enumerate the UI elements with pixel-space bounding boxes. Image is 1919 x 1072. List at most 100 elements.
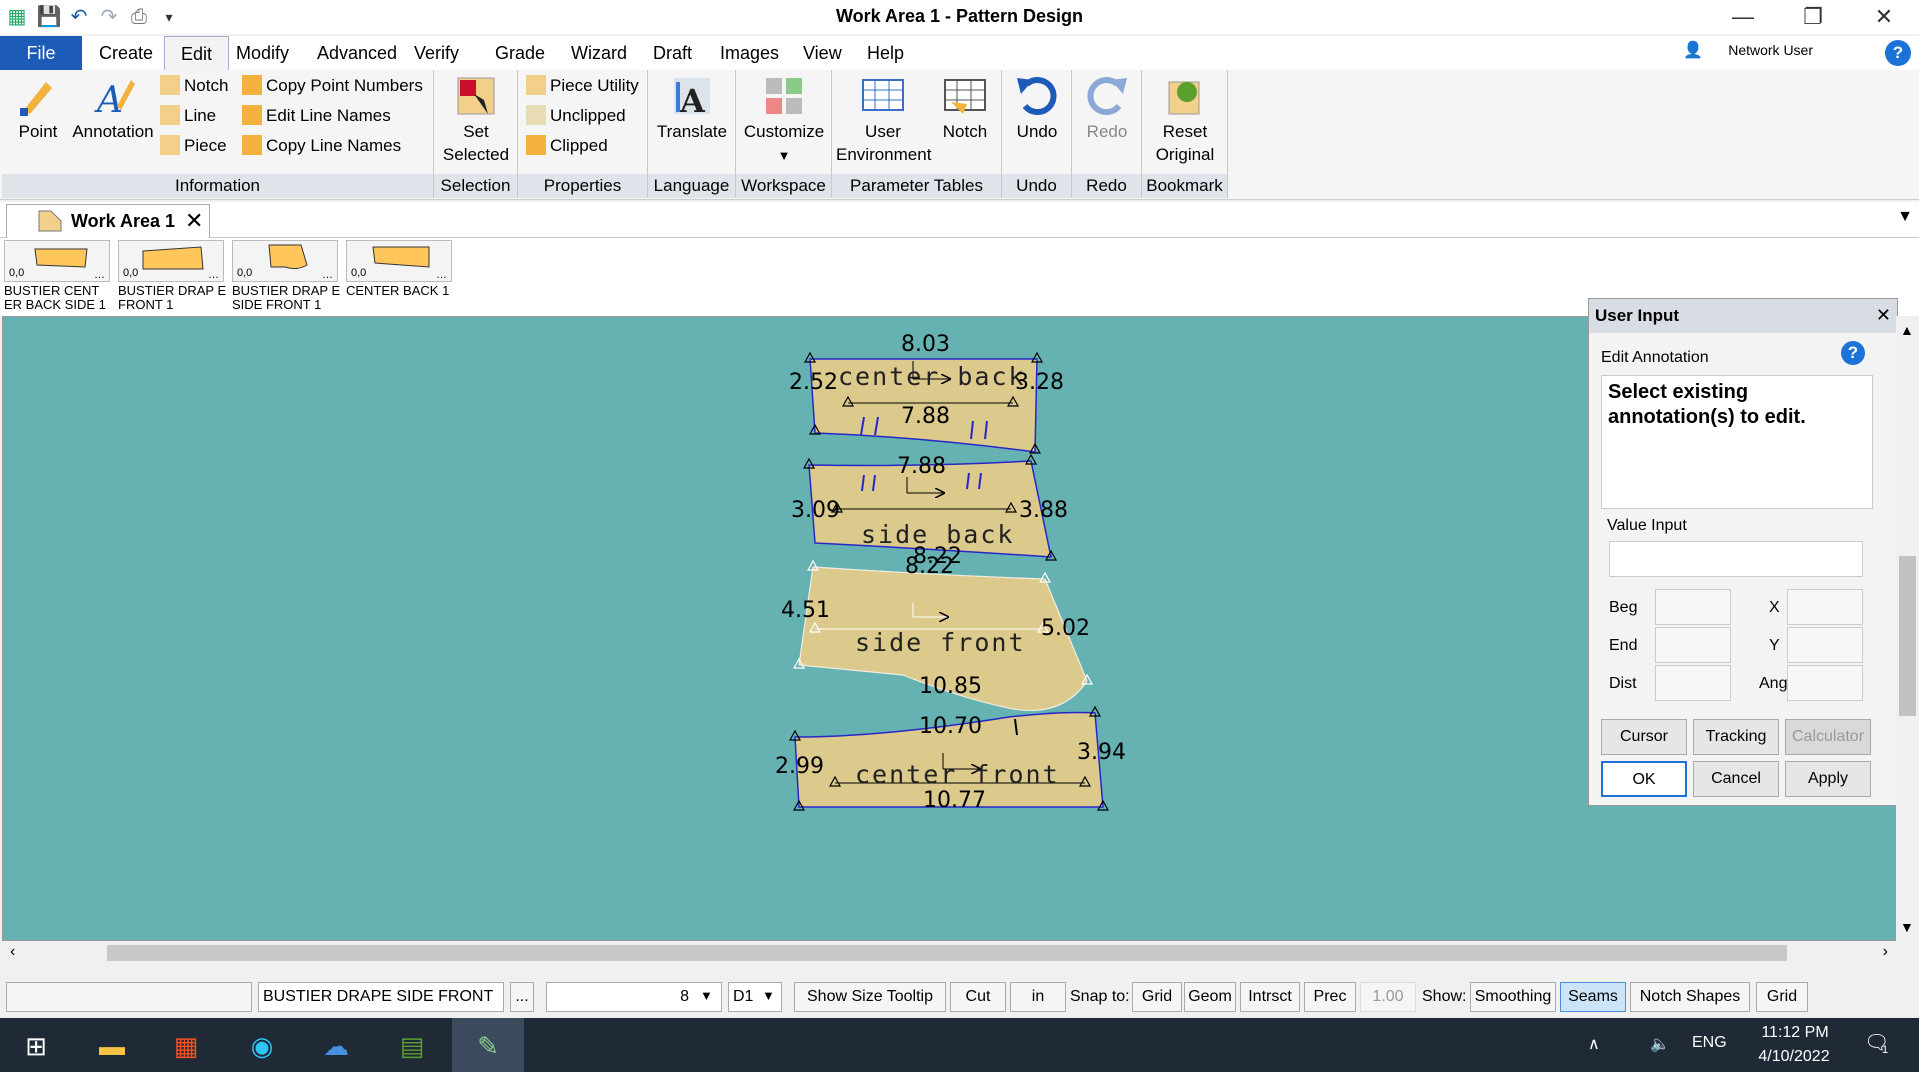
- apply-button[interactable]: Apply: [1785, 761, 1871, 797]
- vertical-scroll-thumb[interactable]: [1899, 556, 1916, 716]
- panel-help-icon[interactable]: ?: [1841, 341, 1865, 365]
- piece-utility-button[interactable]: Piece Utility: [526, 72, 639, 100]
- calculator-button[interactable]: Calculator: [1785, 719, 1871, 755]
- volume-icon[interactable]: 🔈: [1650, 1034, 1670, 1054]
- close-window-button[interactable]: ✕: [1849, 0, 1919, 34]
- horizontal-scrollbar[interactable]: ‹ ›: [2, 941, 1896, 965]
- file-explorer-icon[interactable]: ▬: [92, 1026, 132, 1066]
- unit-button[interactable]: in: [1010, 982, 1066, 1012]
- snap-grid-button[interactable]: Grid: [1132, 982, 1182, 1012]
- set-selected-button[interactable]: Set Selected: [438, 72, 514, 166]
- smoothing-toggle[interactable]: Smoothing: [1470, 982, 1556, 1012]
- piece-side-back[interactable]: side back 7.88 3.09 3.88 8.22: [791, 453, 1068, 569]
- cancel-button[interactable]: Cancel: [1693, 761, 1779, 797]
- cursor-button[interactable]: Cursor: [1601, 719, 1687, 755]
- translate-button[interactable]: A Translate: [652, 72, 732, 143]
- menu-help[interactable]: Help: [851, 36, 920, 70]
- annotation-button[interactable]: A Annotation: [68, 72, 158, 143]
- scroll-left-icon[interactable]: ‹: [10, 943, 15, 961]
- unclipped-button[interactable]: Unclipped: [526, 102, 626, 130]
- horizontal-scroll-thumb[interactable]: [107, 945, 1787, 961]
- store-icon[interactable]: ▦: [166, 1026, 206, 1066]
- line-info-button[interactable]: Line: [160, 102, 216, 130]
- dim-dropdown-icon[interactable]: ▼: [762, 988, 775, 1003]
- clock-time[interactable]: 11:12 PM: [1750, 1024, 1840, 1042]
- menu-view[interactable]: View: [787, 36, 858, 70]
- tray-chevron-icon[interactable]: ∧: [1588, 1034, 1600, 1054]
- snap-intrsct-button[interactable]: Intrsct: [1240, 982, 1300, 1012]
- redo-button[interactable]: Redo: [1076, 72, 1138, 143]
- menu-file[interactable]: File: [0, 36, 82, 70]
- dist-field[interactable]: [1655, 665, 1731, 701]
- grid-toggle[interactable]: Grid: [1756, 982, 1808, 1012]
- tab-work-area-1[interactable]: Work Area 1 ✕: [6, 204, 210, 238]
- close-tab-icon[interactable]: ✕: [185, 208, 203, 234]
- beg-field[interactable]: [1655, 589, 1731, 625]
- ok-button[interactable]: OK: [1601, 761, 1687, 797]
- size-select[interactable]: 8: [546, 982, 722, 1012]
- menu-advanced[interactable]: Advanced: [301, 36, 413, 70]
- piece-info-button[interactable]: Piece: [160, 132, 227, 160]
- menu-images[interactable]: Images: [704, 36, 795, 70]
- point-button[interactable]: Point: [8, 72, 68, 143]
- end-field[interactable]: [1655, 627, 1731, 663]
- help-icon[interactable]: ?: [1885, 40, 1911, 66]
- spreadsheet-app-icon[interactable]: ▤: [392, 1026, 432, 1066]
- show-size-tooltip-button[interactable]: Show Size Tooltip: [794, 982, 946, 1012]
- x-field[interactable]: [1787, 589, 1863, 625]
- seams-toggle[interactable]: Seams: [1560, 982, 1626, 1012]
- precision-value-field[interactable]: 1.00: [1360, 982, 1416, 1012]
- copy-line-names-button[interactable]: Copy Line Names: [242, 132, 401, 160]
- copy-point-numbers-button[interactable]: Copy Point Numbers: [242, 72, 423, 100]
- vertical-scrollbar[interactable]: ▲ ▼: [1896, 316, 1919, 941]
- panel-close-icon[interactable]: ✕: [1876, 305, 1891, 326]
- edit-line-names-button[interactable]: Edit Line Names: [242, 102, 391, 130]
- snap-geom-button[interactable]: Geom: [1184, 982, 1236, 1012]
- browse-button[interactable]: ...: [510, 982, 534, 1012]
- menu-draft[interactable]: Draft: [637, 36, 708, 70]
- thumbnail-item[interactable]: 0,0 … BUSTIER DRAP E SIDE FRONT 1: [232, 238, 344, 316]
- clock-date[interactable]: 4/10/2022: [1746, 1048, 1842, 1066]
- piece-name-label: side front: [855, 628, 1026, 657]
- scroll-right-icon[interactable]: ›: [1883, 943, 1888, 961]
- piece-utility-icon: [526, 75, 546, 95]
- notch-table-button[interactable]: Notch: [932, 72, 998, 143]
- notch-shapes-toggle[interactable]: Notch Shapes: [1630, 982, 1750, 1012]
- edge-icon[interactable]: ◉: [242, 1026, 282, 1066]
- reset-original-button[interactable]: Reset Original: [1146, 72, 1224, 166]
- pattern-design-taskbar-button[interactable]: ✎: [452, 1018, 524, 1072]
- restore-button[interactable]: ❐: [1778, 0, 1848, 34]
- menu-wizard[interactable]: Wizard: [555, 36, 643, 70]
- piece-name-field[interactable]: BUSTIER DRAPE SIDE FRONT: [258, 982, 504, 1012]
- y-field[interactable]: [1787, 627, 1863, 663]
- piece-center-back[interactable]: center back 8.03 2.52 3.28 7.88: [789, 332, 1064, 454]
- windows-start-icon[interactable]: ⊞: [16, 1026, 56, 1066]
- menu-verify[interactable]: Verify: [398, 36, 475, 70]
- user-environment-button[interactable]: User Environment: [836, 72, 931, 166]
- notch-info-button[interactable]: Notch: [160, 72, 228, 100]
- piece-side-front[interactable]: side front 8.22 4.51 5.02 10.85: [781, 554, 1094, 712]
- minimize-button[interactable]: —: [1708, 0, 1778, 34]
- value-input-field[interactable]: [1609, 541, 1863, 577]
- ang-field[interactable]: [1787, 665, 1863, 701]
- language-indicator[interactable]: ENG: [1692, 1034, 1727, 1052]
- customize-button[interactable]: Customize ▼: [740, 72, 828, 167]
- thumbnail-item[interactable]: 0,0 … BUSTIER DRAP E FRONT 1: [118, 238, 230, 316]
- tracking-button[interactable]: Tracking: [1693, 719, 1779, 755]
- thumbnail-item[interactable]: 0,0 … CENTER BACK 1: [346, 238, 458, 316]
- menu-modify[interactable]: Modify: [220, 36, 305, 70]
- undo-button[interactable]: Undo: [1006, 72, 1068, 143]
- piece-center-front[interactable]: center front 10.70 2.99 3.94 10.77: [775, 705, 1126, 813]
- scroll-down-icon[interactable]: ▼: [1900, 919, 1914, 935]
- menu-grade[interactable]: Grade: [479, 36, 561, 70]
- size-dropdown-icon[interactable]: ▼: [700, 988, 713, 1003]
- cut-button[interactable]: Cut: [950, 982, 1006, 1012]
- snap-prec-button[interactable]: Prec: [1304, 982, 1356, 1012]
- thumbnail-item[interactable]: 0,0 … BUSTIER CENT ER BACK SIDE 1: [4, 238, 116, 316]
- tabs-dropdown-icon[interactable]: ▼: [1897, 208, 1913, 226]
- clipped-button[interactable]: Clipped: [526, 132, 608, 160]
- cloud-app-icon[interactable]: ☁: [316, 1026, 356, 1066]
- measure-left: 4.51: [781, 598, 830, 623]
- menu-create[interactable]: Create: [83, 36, 169, 70]
- scroll-up-icon[interactable]: ▲: [1900, 322, 1914, 338]
